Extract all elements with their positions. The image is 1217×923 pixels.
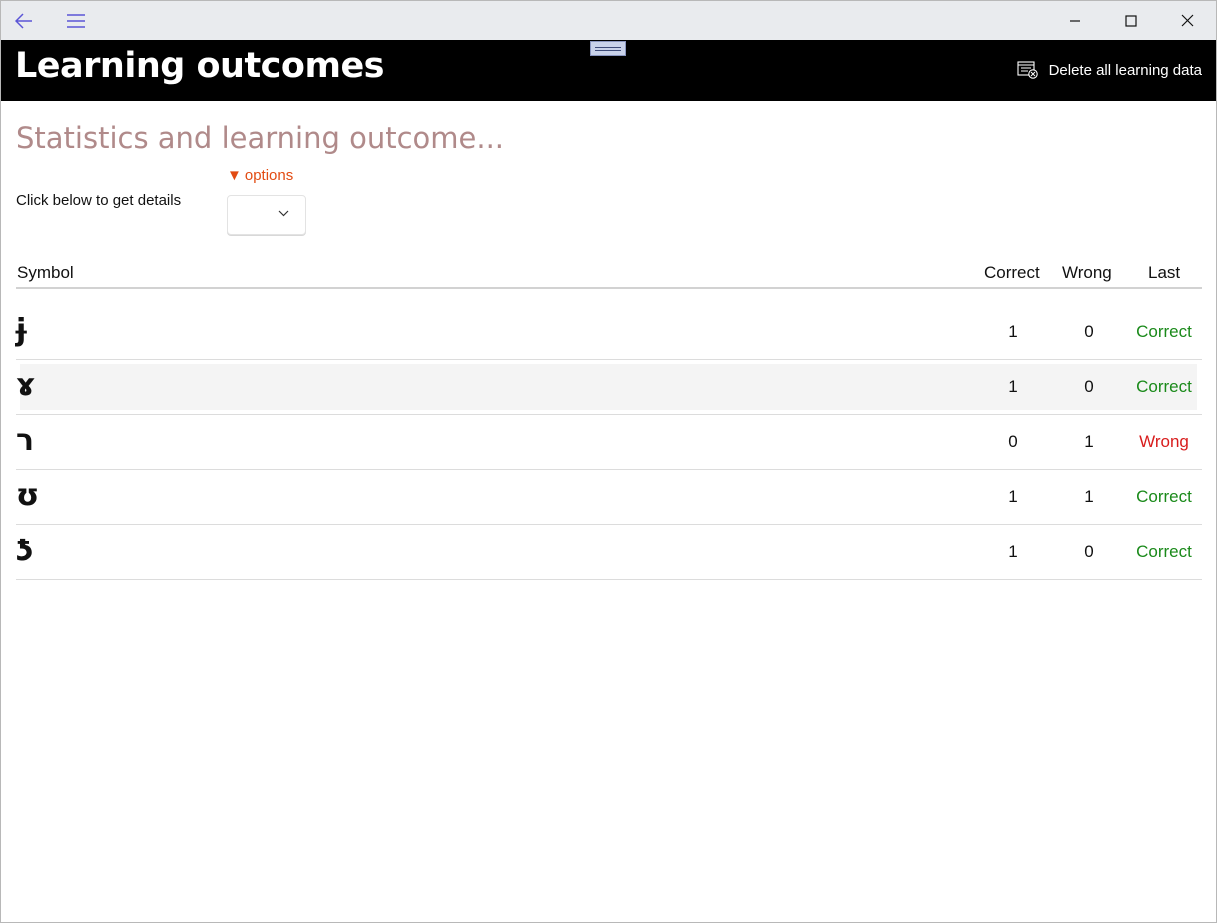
details-combobox[interactable] bbox=[227, 195, 306, 235]
delete-data-icon bbox=[1017, 61, 1038, 79]
row-wrong-count: 1 bbox=[1084, 432, 1094, 451]
row-correct-count: 1 bbox=[1008, 487, 1018, 506]
column-header-symbol[interactable]: Symbol bbox=[17, 263, 74, 283]
row-last-result: Correct bbox=[1136, 322, 1192, 341]
delete-button-label: Delete all learning data bbox=[1048, 61, 1202, 79]
back-button[interactable] bbox=[5, 1, 43, 40]
hamburger-icon bbox=[67, 13, 85, 28]
section-subtitle: Statistics and learning outcome... bbox=[16, 121, 505, 155]
row-wrong-count: 0 bbox=[1084, 542, 1094, 561]
row-wrong-count: 1 bbox=[1084, 487, 1094, 506]
drag-handle[interactable] bbox=[590, 41, 626, 56]
chevron-down-icon bbox=[278, 210, 289, 217]
close-icon bbox=[1181, 14, 1193, 27]
app-window: Learning outcomes Delete all learning da… bbox=[0, 0, 1217, 923]
table-row[interactable]: ר 0 1 Wrong bbox=[16, 415, 1202, 470]
row-symbol: ɤ bbox=[16, 368, 36, 403]
row-symbol: ɉ bbox=[16, 313, 27, 348]
row-wrong-count: 0 bbox=[1084, 377, 1094, 396]
page-title: Learning outcomes bbox=[15, 46, 385, 86]
close-button[interactable] bbox=[1159, 1, 1215, 40]
table-row[interactable]: ɤ 1 0 Correct bbox=[16, 360, 1202, 415]
options-toggle[interactable]: ▼ options bbox=[227, 167, 293, 184]
maximize-icon bbox=[1125, 14, 1137, 27]
row-wrong-count: 0 bbox=[1084, 322, 1094, 341]
row-last-result: Correct bbox=[1136, 542, 1192, 561]
row-correct-count: 0 bbox=[1008, 432, 1018, 451]
row-correct-count: 1 bbox=[1008, 542, 1018, 561]
row-correct-count: 1 bbox=[1008, 322, 1018, 341]
row-last-result: Correct bbox=[1136, 487, 1192, 506]
row-last-result: Wrong bbox=[1139, 432, 1189, 451]
table-header: Symbol Correct Wrong Last bbox=[16, 259, 1202, 289]
row-symbol: ʊ bbox=[16, 478, 40, 513]
minimize-button[interactable] bbox=[1047, 1, 1103, 40]
options-label: options bbox=[244, 167, 294, 184]
row-last-result: Correct bbox=[1136, 377, 1192, 396]
details-label: Click below to get details bbox=[16, 192, 182, 209]
column-header-wrong[interactable]: Wrong bbox=[1062, 263, 1112, 283]
page-header: Learning outcomes Delete all learning da… bbox=[1, 40, 1216, 101]
row-symbol: ר bbox=[16, 423, 35, 458]
hamburger-menu-button[interactable] bbox=[57, 1, 95, 40]
table-rows: ɉ 1 0 Correct ɤ 1 0 Correct ר 0 1 Wrong … bbox=[16, 305, 1202, 580]
row-correct-count: 1 bbox=[1008, 377, 1018, 396]
table-row[interactable]: ƾ 1 0 Correct bbox=[16, 525, 1202, 580]
column-header-correct[interactable]: Correct bbox=[984, 263, 1040, 283]
column-header-last[interactable]: Last bbox=[1148, 263, 1180, 283]
table-row[interactable]: ɉ 1 0 Correct bbox=[16, 305, 1202, 360]
back-arrow-icon bbox=[15, 12, 32, 29]
row-symbol: ƾ bbox=[16, 533, 34, 568]
maximize-button[interactable] bbox=[1103, 1, 1159, 40]
title-bar bbox=[1, 1, 1216, 40]
delete-all-learning-data-button[interactable]: Delete all learning data bbox=[1017, 60, 1202, 80]
table-row[interactable]: ʊ 1 1 Correct bbox=[16, 470, 1202, 525]
options-marker-icon: ▼ bbox=[227, 167, 242, 184]
minimize-icon bbox=[1070, 19, 1080, 22]
outcomes-table: Symbol Correct Wrong Last ɉ 1 0 Correct … bbox=[16, 259, 1202, 580]
